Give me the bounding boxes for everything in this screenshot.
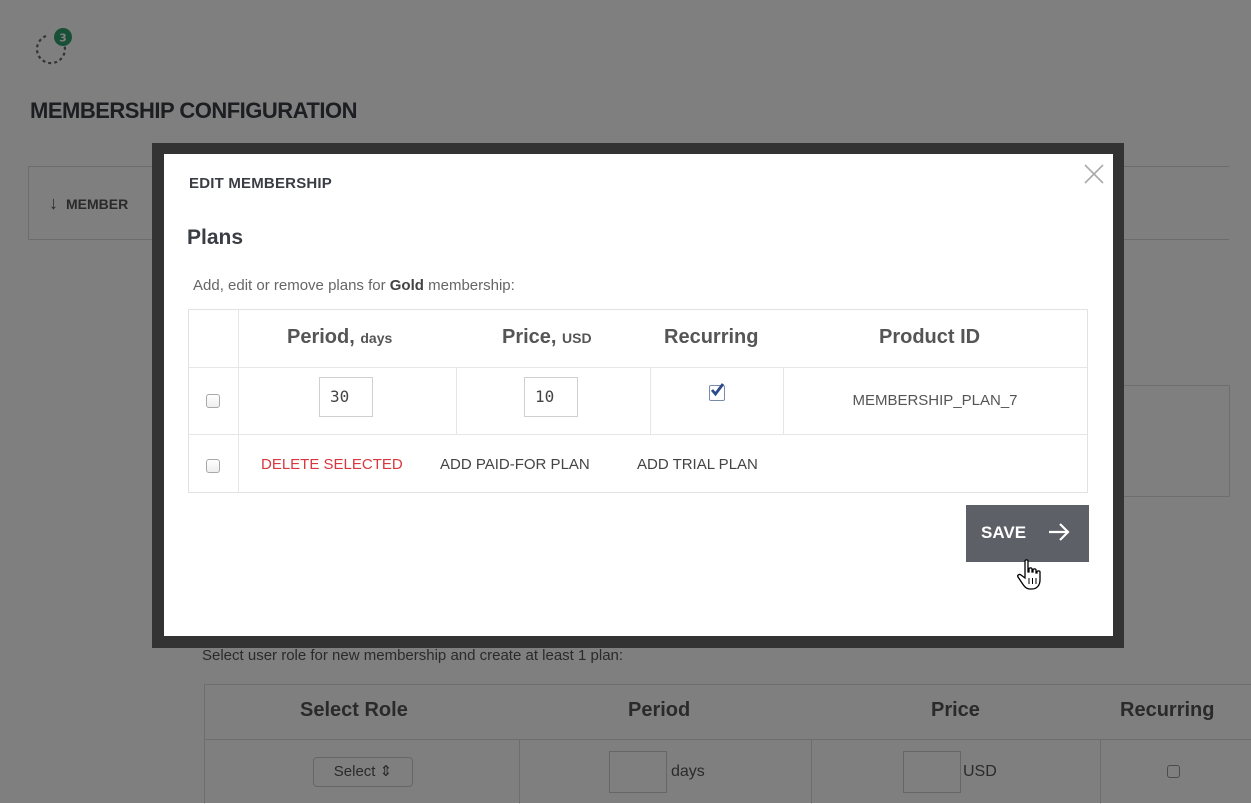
plans-description: Add, edit or remove plans for Gold membe…: [193, 277, 515, 294]
delete-selected-button[interactable]: DELETE SELECTED: [261, 456, 403, 473]
membership-name: Gold: [389, 277, 424, 294]
column-header-product-id: Product ID: [879, 326, 981, 348]
product-id-cell: MEMBERSHIP_PLAN_7: [852, 392, 1018, 409]
close-icon[interactable]: [1082, 162, 1106, 186]
arrow-right-icon: [1049, 523, 1070, 541]
plans-heading: Plans: [187, 226, 244, 249]
plans-table: Period, days Price, USD Recurring Produc…: [188, 309, 1088, 493]
modal-title: EDIT MEMBERSHIP: [189, 175, 333, 192]
period-input[interactable]: 30: [319, 377, 373, 417]
column-header-period: Period, days: [287, 326, 393, 348]
column-header-price: Price, USD: [502, 326, 592, 348]
hand-cursor-icon: [1017, 559, 1041, 590]
recurring-checkbox[interactable]: [709, 383, 725, 401]
price-input[interactable]: 10: [524, 377, 578, 417]
row-select-checkbox[interactable]: [206, 394, 220, 408]
select-all-checkbox[interactable]: [206, 459, 220, 473]
save-button[interactable]: SAVE: [966, 505, 1089, 562]
edit-membership-modal: EDIT MEMBERSHIP Plans Add, edit or remov…: [164, 154, 1113, 636]
column-header-recurring: Recurring: [664, 326, 759, 348]
add-paid-plan-button[interactable]: ADD PAID-FOR PLAN: [440, 456, 590, 473]
checkmark-icon: [710, 383, 724, 397]
add-trial-plan-button[interactable]: ADD TRIAL PLAN: [637, 456, 758, 473]
